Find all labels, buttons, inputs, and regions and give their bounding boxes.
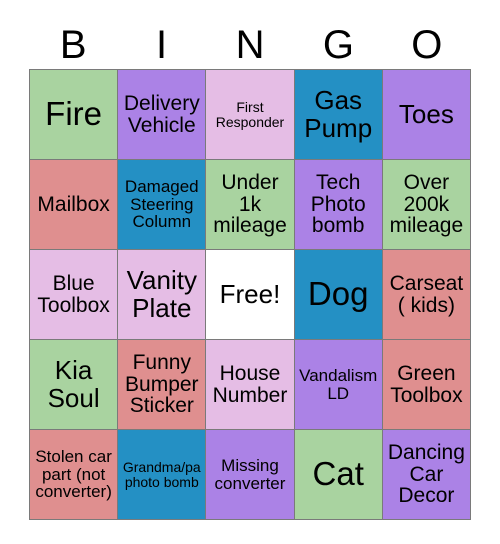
bingo-cell-label: Fire	[45, 95, 103, 133]
bingo-cell[interactable]: Vanity Plate	[118, 250, 206, 339]
bingo-cell-label: Delivery Vehicle	[123, 91, 200, 137]
bingo-cell[interactable]: Over 200k mileage	[382, 160, 470, 249]
bingo-cell[interactable]: First Responder	[206, 70, 294, 159]
bingo-cell[interactable]: Grandma/pa photo bomb	[118, 430, 206, 519]
bingo-cell-label: Grandma/pa photo bomb	[122, 458, 201, 490]
bingo-cell[interactable]: Vandalism LD	[294, 340, 382, 429]
bingo-header-letter-i: I	[156, 23, 168, 67]
bingo-cell[interactable]: Dancing Car Decor	[382, 430, 470, 519]
bingo-card: B I N G O Fire Delivery Vehicle First Responde…	[0, 0, 500, 544]
bingo-header-letter-g: G	[322, 23, 354, 67]
bingo-cell-label: Free!	[219, 278, 281, 309]
bingo-cell-label: Toes	[398, 98, 454, 129]
bingo-cell[interactable]: Mailbox	[30, 160, 118, 249]
bingo-header-letter-o: O	[411, 23, 443, 67]
bingo-cell-label: Funny Bumper Sticker	[125, 350, 199, 418]
bingo-cell-label: Under 1k mileage	[213, 170, 287, 238]
bingo-header: BINGO	[29, 22, 471, 68]
bingo-cell-label: Damaged Steering Column	[124, 176, 199, 232]
bingo-cell-label: First Responder	[215, 98, 285, 130]
bingo-cell-label: Cat	[312, 455, 364, 493]
bingo-cell-label: Mailbox	[37, 192, 110, 216]
bingo-cell-label: Blue Toolbox	[37, 271, 110, 317]
bingo-cell-label: Missing converter	[214, 455, 286, 493]
bingo-cell[interactable]: Blue Toolbox	[30, 250, 118, 339]
bingo-cell[interactable]: Funny Bumper Sticker	[118, 340, 206, 429]
bingo-cell-label: Green Toolbox	[390, 361, 463, 407]
bingo-cell[interactable]: Carseat ( kids)	[382, 250, 470, 339]
bingo-cell-label: Tech Photo bomb	[310, 170, 366, 238]
bingo-cell[interactable]: Missing converter	[206, 430, 294, 519]
bingo-cell[interactable]: Toes	[382, 70, 470, 159]
bingo-cell-label: Kia Soul	[47, 355, 100, 413]
bingo-cell[interactable]: Gas Pump	[294, 70, 382, 159]
bingo-cell[interactable]: Green Toolbox	[382, 340, 470, 429]
bingo-cell[interactable]: Stolen car part (not converter)	[30, 430, 118, 519]
bingo-cell-free[interactable]: Free!	[206, 250, 294, 339]
bingo-header-letter-n: N	[235, 23, 265, 67]
bingo-cell[interactable]: Damaged Steering Column	[118, 160, 206, 249]
bingo-cell-label: Over 200k mileage	[389, 170, 464, 238]
bingo-cell-label: Dancing Car Decor	[387, 440, 465, 508]
bingo-cell[interactable]: Under 1k mileage	[206, 160, 294, 249]
bingo-grid: Fire Delivery Vehicle First Responder Gas P…	[29, 69, 471, 520]
bingo-cell[interactable]: Delivery Vehicle	[118, 70, 206, 159]
bingo-cell-label: Dog	[307, 275, 369, 313]
bingo-cell[interactable]: Cat	[294, 430, 382, 519]
bingo-cell[interactable]: House Number	[206, 340, 294, 429]
bingo-cell-label: Carseat ( kids)	[389, 271, 464, 317]
bingo-cell-label: Vanity Plate	[126, 265, 197, 323]
bingo-cell-label: Stolen car part (not converter)	[35, 446, 112, 502]
bingo-cell-label: House Number	[212, 361, 288, 407]
bingo-cell[interactable]: Kia Soul	[30, 340, 118, 429]
bingo-cell-label: Gas Pump	[304, 85, 373, 143]
bingo-cell[interactable]: Fire	[30, 70, 118, 159]
bingo-header-letter-b: B	[59, 23, 87, 67]
bingo-cell[interactable]: Dog	[294, 250, 382, 339]
bingo-cell[interactable]: Tech Photo bomb	[294, 160, 382, 249]
bingo-cell-label: Vandalism LD	[299, 365, 378, 403]
